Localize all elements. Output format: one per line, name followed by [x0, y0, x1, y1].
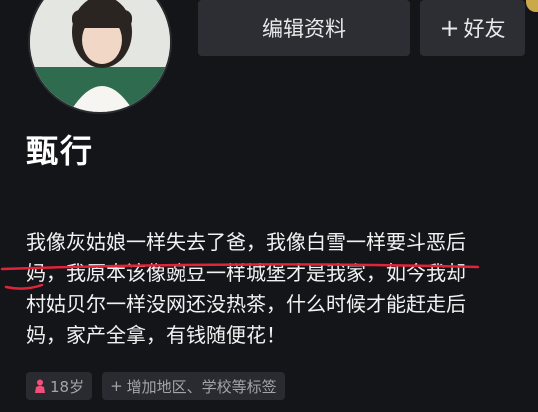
avatar[interactable] [28, 0, 172, 114]
add-friend-label: 好友 [463, 17, 506, 41]
age-tag: 18岁 [26, 372, 93, 400]
avatar-photo [30, 0, 170, 112]
corner-badge [526, 0, 538, 12]
edit-profile-label: 编辑资料 [262, 17, 346, 41]
profile-name: 甄行 [26, 132, 95, 170]
bio-line: 我像灰姑娘一样失去了爸，我像白雪一样要斗恶后 [26, 230, 466, 254]
bio-line: 妈，我原本该像豌豆一样城堡才是我家，如今我却 [26, 261, 466, 285]
plus-icon: + [110, 377, 123, 395]
profile-tags: 18岁 + 增加地区、学校等标签 [26, 372, 285, 400]
bio-line: 妈，家产全拿，有钱随便花！ [26, 323, 286, 347]
edit-profile-button[interactable]: 编辑资料 [198, 0, 410, 56]
add-info-label: 增加地区、学校等标签 [126, 377, 277, 396]
bio-line: 村姑贝尔一样没网还没热茶，什么时候才能赶走后 [26, 292, 466, 316]
age-label: 18岁 [50, 377, 85, 396]
female-person-icon [34, 379, 46, 393]
add-friend-button[interactable]: + 好友 [420, 0, 525, 56]
plus-icon: + [439, 14, 460, 42]
profile-bio: 我像灰姑娘一样失去了爸，我像白雪一样要斗恶后 妈，我原本该像豌豆一样城堡才是我家… [26, 227, 516, 351]
add-info-tag-button[interactable]: + 增加地区、学校等标签 [102, 372, 285, 400]
